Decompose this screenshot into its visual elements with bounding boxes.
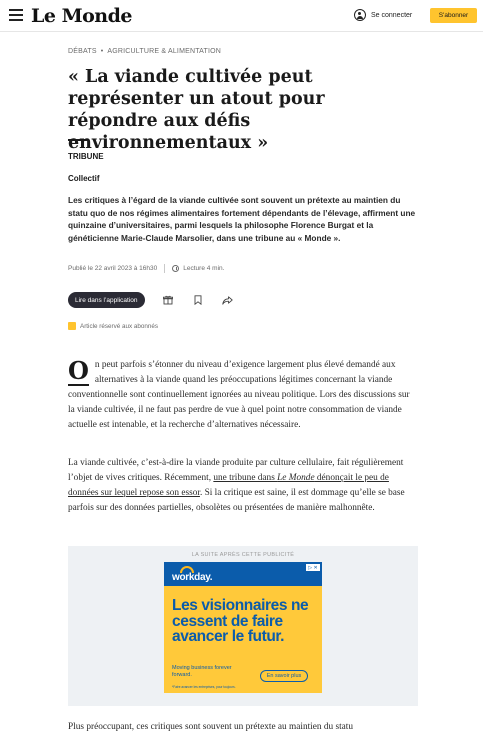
ad-cta-button[interactable]: En savoir plus [260, 670, 308, 682]
breadcrumb: Débats • Agriculture & alimentation [68, 48, 418, 55]
top-navigation-bar: Le Monde Se connecter S'abonner [0, 0, 483, 32]
share-icon[interactable] [221, 293, 235, 307]
subscriber-badge-icon [68, 322, 76, 330]
article-meta: Publié le 22 avril 2023 à 16h30 Lecture … [68, 264, 418, 273]
ad-brand: workday. [172, 572, 213, 583]
ad-label: LA SUITE APRÈS CETTE PUBLICITÉ [191, 552, 295, 558]
clock-icon [172, 265, 180, 272]
article-standfirst: Les critiques à l’égard de la viande cul… [68, 195, 416, 244]
article-title: « La viande cultivée peut représenter un… [68, 67, 325, 153]
hamburger-menu-icon[interactable] [9, 9, 23, 21]
ad-tagline: Moving business forever forward. [172, 665, 232, 678]
login-button[interactable]: Se connecter [354, 9, 412, 21]
read-in-app-button[interactable]: Lire dans l’application [68, 292, 145, 308]
breadcrumb-separator: • [100, 48, 104, 55]
link-text-a: une tribune dans [213, 473, 278, 483]
reading-time: Lecture 4 min. [183, 265, 225, 272]
article-author[interactable]: Collectif [68, 174, 418, 183]
ad-headline: Les visionnaires ne cessent de faire ava… [172, 597, 309, 645]
paragraph-1-text: n peut parfois s’étonner du niveau d’exi… [68, 360, 410, 430]
login-label: Se connecter [371, 11, 413, 19]
article-paragraph-2: La viande cultivée, c’est-à-dire la vian… [68, 456, 418, 516]
article-kicker: Tribune [68, 152, 104, 161]
title-divider [68, 139, 88, 141]
user-icon [354, 9, 366, 21]
subscriber-notice-text: Article réservé aux abonnés [80, 322, 159, 330]
publish-date: Publié le 22 avril 2023 à 16h30 [68, 265, 158, 272]
bookmark-icon[interactable] [191, 293, 205, 307]
link-text-newspaper: Le Monde [277, 473, 315, 483]
breadcrumb-subsection[interactable]: Agriculture & alimentation [107, 48, 221, 55]
dropcap: O [68, 356, 89, 386]
ad-fine-print: *Faire avancer les entreprises, pour tou… [172, 685, 236, 689]
gift-icon[interactable] [161, 293, 175, 307]
article-paragraph-3: Plus préoccupant, ces critiques sont sou… [68, 722, 354, 732]
breadcrumb-section[interactable]: Débats [68, 48, 97, 55]
subscriber-notice: Article réservé aux abonnés [68, 322, 418, 330]
meta-divider [164, 264, 166, 273]
adchoices-icon[interactable]: ▷ ✕ [306, 564, 320, 571]
advertisement-banner[interactable]: workday. ▷ ✕ Les visionnaires ne cessent… [164, 562, 322, 693]
site-logo[interactable]: Le Monde [31, 5, 132, 27]
advertisement-container: LA SUITE APRÈS CETTE PUBLICITÉ workday. … [68, 546, 418, 706]
subscribe-button[interactable]: S'abonner [430, 8, 477, 23]
article-actions: Lire dans l’application [68, 292, 418, 308]
article-paragraph-1: On peut parfois s’étonner du niveau d’ex… [68, 358, 418, 433]
